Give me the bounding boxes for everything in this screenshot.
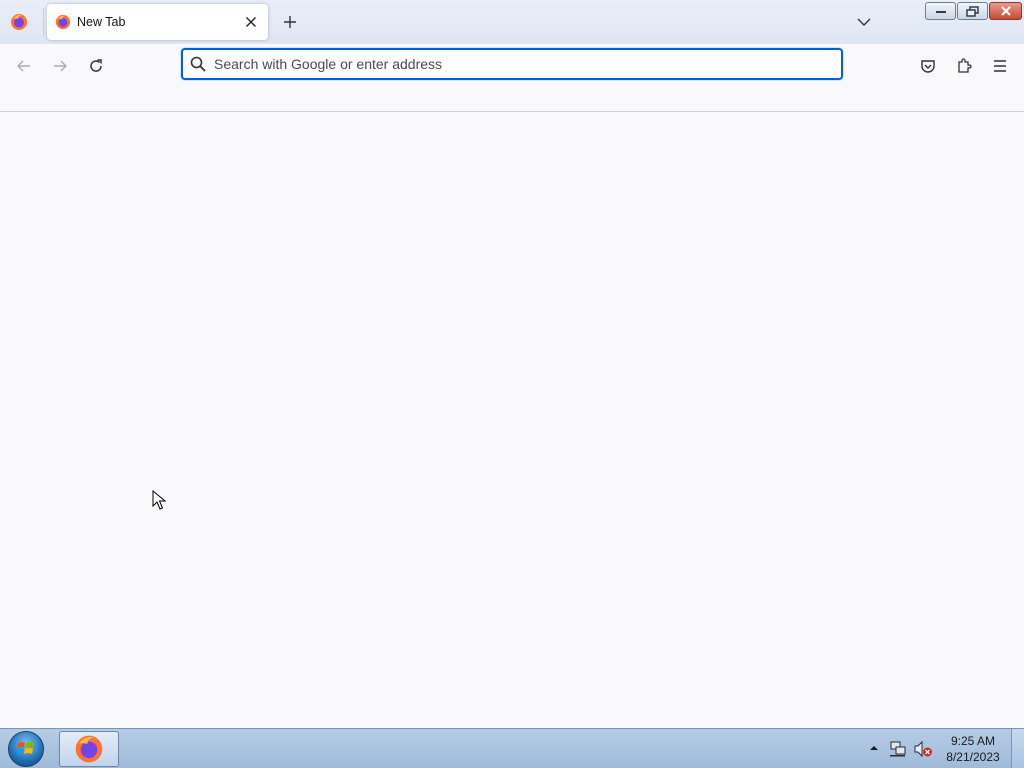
arrow-right-icon[interactable] bbox=[46, 52, 74, 80]
search-input[interactable] bbox=[214, 53, 814, 75]
tab-separator bbox=[43, 8, 44, 36]
page-content[interactable] bbox=[0, 113, 1024, 728]
firefox-icon bbox=[75, 735, 103, 763]
window-close-button[interactable] bbox=[989, 2, 1022, 20]
pocket-icon[interactable] bbox=[914, 52, 942, 80]
chevron-down-icon[interactable] bbox=[852, 11, 876, 33]
volume-muted-icon[interactable] bbox=[913, 740, 933, 758]
start-button[interactable] bbox=[6, 730, 46, 768]
clock-time: 9:25 AM bbox=[950, 734, 996, 748]
taskbar-firefox-button[interactable] bbox=[59, 731, 119, 767]
mouse-cursor-icon bbox=[152, 490, 166, 510]
tab-strip: New Tab bbox=[0, 0, 1024, 44]
reload-icon[interactable] bbox=[82, 52, 110, 80]
minimize-button[interactable] bbox=[925, 2, 956, 20]
system-clock[interactable]: 9:25 AM 8/21/2023 bbox=[940, 733, 1006, 765]
plus-icon[interactable] bbox=[279, 11, 301, 33]
firefox-icon[interactable] bbox=[9, 12, 29, 32]
tab-new-tab[interactable]: New Tab bbox=[47, 4, 268, 40]
tray-expand-icon[interactable] bbox=[868, 742, 880, 754]
show-desktop-button[interactable] bbox=[1011, 729, 1024, 768]
navigation-toolbar bbox=[0, 44, 1024, 112]
address-bar[interactable] bbox=[181, 48, 843, 80]
tab-title: New Tab bbox=[77, 15, 126, 29]
restore-button[interactable] bbox=[957, 2, 988, 20]
search-icon bbox=[189, 55, 207, 73]
clock-date: 8/21/2023 bbox=[946, 750, 1000, 764]
close-icon[interactable] bbox=[242, 13, 260, 31]
puzzle-icon[interactable] bbox=[950, 52, 978, 80]
taskbar: 9:25 AM 8/21/2023 bbox=[0, 728, 1024, 768]
firefox-icon bbox=[55, 14, 71, 30]
arrow-left-icon[interactable] bbox=[10, 52, 38, 80]
windows-logo-icon bbox=[8, 731, 44, 767]
network-icon[interactable] bbox=[889, 740, 907, 758]
hamburger-icon[interactable] bbox=[986, 52, 1014, 80]
